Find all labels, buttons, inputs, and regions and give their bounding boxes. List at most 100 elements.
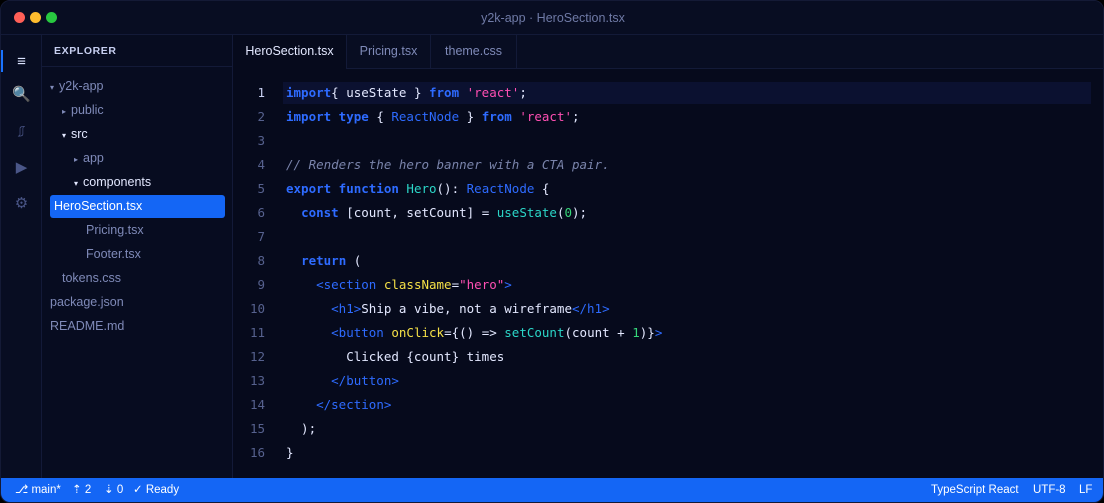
file-item[interactable]: Footer.tsx	[86, 243, 141, 266]
line-number: 13	[249, 373, 265, 388]
code-token: function	[331, 181, 399, 196]
line-number: 1	[257, 85, 265, 100]
line-ending[interactable]: LF	[1079, 478, 1092, 502]
code-token: <section	[316, 277, 377, 292]
status-ready: ✓ Ready	[133, 484, 180, 496]
line-number: 15	[249, 421, 265, 436]
code-token: </button>	[331, 373, 399, 388]
tree-item-label: src	[71, 127, 88, 141]
editor-tab[interactable]: Pricing.tsx	[347, 35, 431, 69]
code-token: import	[286, 109, 332, 124]
branch-indicator[interactable]: ⎇ main*	[15, 478, 61, 502]
code-token: ;	[519, 85, 527, 100]
code-token: 1	[632, 325, 640, 340]
editor-tab[interactable]: theme.css	[431, 35, 517, 69]
editor-tab[interactable]: HeroSection.tsx	[233, 35, 347, 70]
code-line: 12 Clicked {count} times	[233, 345, 1103, 369]
sync-ahead-count[interactable]: ⇡ 2	[72, 478, 91, 502]
tab-bar: HeroSection.tsx Pricing.tsx theme.css	[233, 35, 1103, 70]
search-icon[interactable]: 🔍	[1, 79, 42, 109]
language-mode[interactable]: TypeScript React	[931, 478, 1019, 502]
code-token: (	[346, 253, 362, 268]
code-token: {	[534, 181, 550, 196]
source-control-icon[interactable]: ⎎	[1, 116, 42, 146]
code-line: 13 </button>	[233, 369, 1103, 393]
code-line: 11 <button onClick={() => setCount(count…	[233, 321, 1103, 345]
file-encoding[interactable]: UTF-8	[1033, 478, 1066, 502]
code-token: {	[368, 109, 392, 124]
folder-item[interactable]: ▸ app	[74, 147, 104, 170]
window-title: y2k-app · HeroSection.tsx	[481, 11, 625, 25]
chevron-down-icon: ▾	[74, 179, 79, 188]
line-number: 2	[257, 109, 265, 124]
tree-item-label: tokens.css	[62, 271, 122, 285]
code-token: )}	[639, 325, 655, 340]
code-token: Ship a vibe, not a wireframe	[361, 301, 572, 316]
code-line: 8 return (	[233, 249, 1103, 273]
explorer-icon[interactable]: ≡	[1, 46, 42, 76]
file-item[interactable]: Pricing.tsx	[86, 219, 144, 242]
code-token: className	[376, 277, 452, 292]
line-number: 6	[257, 205, 265, 220]
code-token: Clicked {count} times	[286, 349, 505, 364]
code-token: >	[654, 325, 663, 340]
tree-item-label: y2k-app	[59, 79, 104, 93]
file-item[interactable]: tokens.css	[62, 267, 121, 290]
line-number: 16	[249, 445, 265, 460]
folder-item[interactable]: ▸ public	[62, 99, 104, 122]
code-editor[interactable]: 1 import{ useState } from 'react'; 2 import…	[233, 69, 1103, 478]
folder-item[interactable]: ▾ src	[62, 123, 88, 146]
code-token: const	[301, 205, 339, 220]
sync-behind-count[interactable]: ⇣ 0	[104, 478, 123, 502]
code-line: 14 </section>	[233, 393, 1103, 417]
file-item[interactable]: README.md	[50, 315, 124, 338]
editor-window: y2k-app · HeroSection.tsx ≡ 🔍 ⎎ ▶ ⚙ EXPLORER…	[0, 0, 1104, 503]
code-token: ReactNode	[466, 181, 535, 196]
code-token: <h1>	[331, 301, 362, 316]
code-token: (count +	[564, 325, 633, 340]
code-token: 'react'	[459, 85, 520, 100]
code-token: );	[572, 205, 588, 220]
code-token: </section>	[316, 397, 392, 412]
code-line: 5 export function Hero(): ReactNode {	[233, 177, 1103, 201]
folder-item[interactable]: ▾ y2k-app	[50, 75, 104, 98]
tree-item-label: app	[83, 151, 104, 165]
settings-icon[interactable]: ⚙	[1, 188, 42, 218]
code-token: ():	[436, 181, 467, 196]
code-token: 'react'	[511, 109, 573, 124]
folder-item[interactable]: ▾ components	[74, 171, 151, 194]
tree-item-label: Footer.tsx	[86, 247, 141, 261]
code-token: (	[556, 205, 565, 220]
divider	[42, 66, 233, 67]
code-token: from	[481, 109, 512, 124]
code-token: </h1>	[571, 301, 610, 316]
chevron-right-icon: ▸	[74, 155, 79, 164]
chevron-right-icon: ▸	[62, 107, 67, 116]
line-number: 7	[257, 229, 265, 244]
run-icon[interactable]: ▶	[1, 152, 42, 182]
code-token: setCount	[504, 325, 565, 340]
tree-item-label: Pricing.tsx	[86, 223, 144, 237]
tree-item-label: components	[83, 175, 152, 189]
code-token: ;	[572, 109, 580, 124]
tree-item-label: public	[71, 103, 104, 117]
tree-item-label: package.json	[50, 295, 124, 309]
file-item[interactable]: HeroSection.tsx	[50, 195, 225, 218]
file-item[interactable]: package.json	[50, 291, 124, 314]
explorer-sidebar: EXPLORER ▾ y2k-app ▸ public ▾ src ▸ app ▾ compone…	[42, 35, 233, 478]
code-token: "hero"	[459, 277, 505, 292]
code-token: import	[286, 85, 332, 100]
code-token: from	[429, 85, 460, 100]
code-token: onClick	[383, 325, 445, 340]
code-token: export	[286, 181, 332, 196]
line-number: 10	[249, 301, 265, 316]
status-bar: ⎇ main* ⇡ 2 ⇣ 0 ✓ Ready TypeScript React…	[1, 478, 1103, 502]
line-number: 14	[249, 397, 265, 412]
code-line: 3	[233, 129, 1103, 153]
code-line: 10 <h1>Ship a vibe, not a wireframe</h1>	[233, 297, 1103, 321]
sidebar-title: EXPLORER	[54, 45, 117, 57]
code-token: return	[301, 253, 347, 268]
